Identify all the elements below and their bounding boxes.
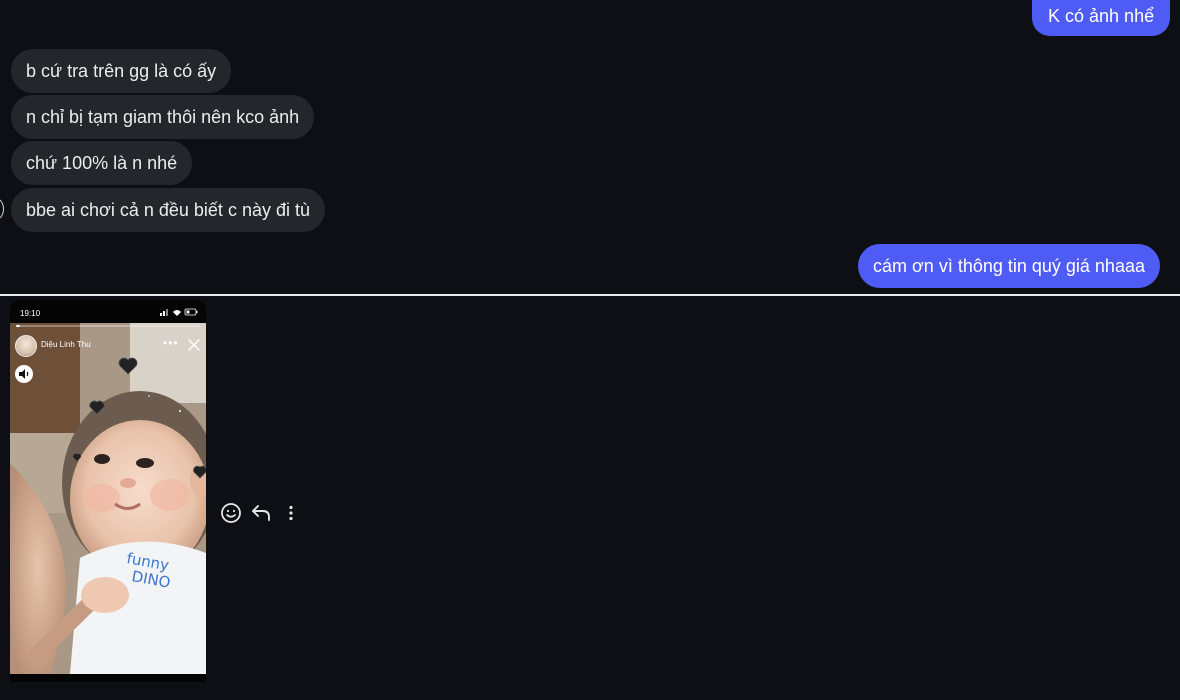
message-text: chứ 100% là n nhé bbox=[26, 153, 178, 173]
message-bubble-incoming[interactable]: chứ 100% là n nhé bbox=[11, 141, 193, 185]
message-text: K có ảnh nhể bbox=[1048, 6, 1155, 26]
story-attachment[interactable]: 19:10 funny DINO Diệu Linh Thu ••• bbox=[10, 300, 206, 682]
story-user-avatar[interactable] bbox=[15, 335, 37, 357]
story-header: Diệu Linh Thu ••• bbox=[10, 323, 206, 371]
smiley-icon[interactable] bbox=[219, 501, 243, 525]
message-text: cám ơn vì thông tin quý giá nhaaa bbox=[873, 256, 1145, 276]
message-text: n chỉ bị tạm giam thôi nên kco ảnh bbox=[26, 107, 300, 127]
speaker-icon[interactable] bbox=[15, 365, 33, 383]
close-icon[interactable] bbox=[188, 339, 200, 351]
signal-wifi-battery-icon bbox=[160, 308, 198, 316]
more-vertical-icon[interactable] bbox=[279, 501, 303, 525]
message-text: b cứ tra trên gg là có ấy bbox=[26, 61, 217, 81]
message-bubble-incoming[interactable]: n chỉ bị tạm giam thôi nên kco ảnh bbox=[11, 95, 315, 139]
divider bbox=[0, 294, 1180, 296]
message-bubble-incoming[interactable]: b cứ tra trên gg là có ấy bbox=[11, 49, 232, 93]
message-text: bbe ai chơi cả n đều biết c này đi tù bbox=[26, 200, 310, 220]
sender-avatar[interactable] bbox=[0, 198, 4, 220]
message-bubble-incoming[interactable]: bbe ai chơi cả n đều biết c này đi tù bbox=[11, 188, 325, 232]
message-bubble-outgoing[interactable]: K có ảnh nhể bbox=[1032, 0, 1171, 36]
story-photo: funny DINO Diệu Linh Thu ••• bbox=[10, 323, 206, 674]
baby-photo: funny DINO bbox=[10, 323, 206, 674]
more-horizontal-icon[interactable]: ••• bbox=[163, 336, 179, 350]
reply-arrow-icon[interactable] bbox=[249, 501, 273, 525]
status-time: 19:10 bbox=[20, 309, 41, 318]
message-bubble-outgoing[interactable]: cám ơn vì thông tin quý giá nhaaa bbox=[858, 244, 1160, 288]
story-username[interactable]: Diệu Linh Thu bbox=[41, 340, 91, 349]
